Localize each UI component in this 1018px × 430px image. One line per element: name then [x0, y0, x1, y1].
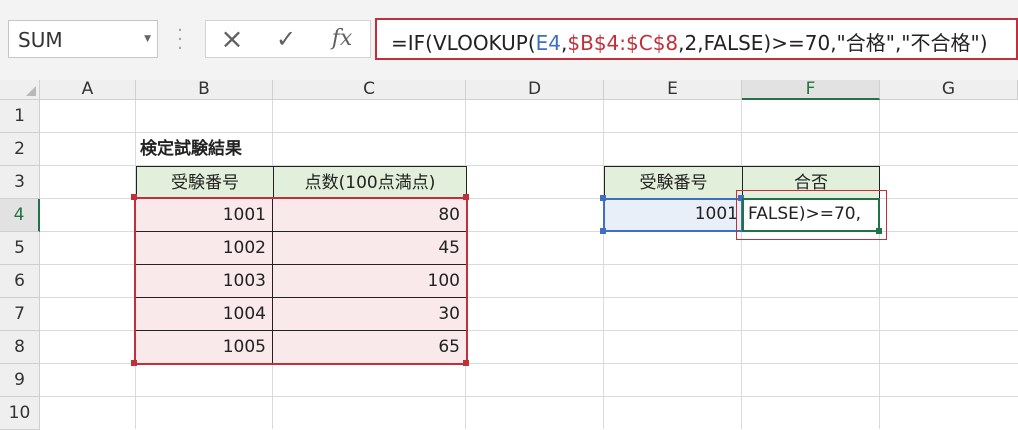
range-handle[interactable]	[131, 194, 137, 200]
row-header-7[interactable]: 7	[0, 298, 40, 331]
formula-prefix: =IF(VLOOKUP(	[391, 31, 536, 55]
worksheet-grid[interactable]: A B C D E F G 1 2 3 4 5 6 7 8 9 10 検定試験結…	[0, 80, 1018, 430]
name-box-value: SUM	[18, 28, 63, 52]
column-header-g[interactable]: G	[880, 80, 1018, 100]
sheet-title-cell[interactable]: 検定試験結果	[136, 133, 336, 166]
column-header-e[interactable]: E	[604, 80, 742, 100]
fill-handle[interactable]	[876, 228, 882, 234]
formula-ref-e4: E4	[535, 31, 562, 55]
column-header-c[interactable]: C	[273, 80, 466, 100]
name-box[interactable]: SUM ▼	[8, 20, 158, 58]
row-header-5[interactable]: 5	[0, 232, 40, 265]
row-header-6[interactable]: 6	[0, 265, 40, 298]
gridline	[40, 396, 1018, 397]
formula-input[interactable]: =IF(VLOOKUP(E4,$B$4:$C$8,2,FALSE)>=70,"合…	[375, 18, 1018, 60]
range-handle[interactable]	[463, 194, 469, 200]
lookup-header-id[interactable]: 受験番号	[604, 166, 743, 199]
formula-rest: ,2,FALSE)>=70,"合格","不合格")	[678, 31, 988, 55]
row-header-10[interactable]: 10	[0, 397, 40, 430]
formula-buttons: × ✓ fx	[205, 20, 371, 58]
insert-function-icon[interactable]: fx	[324, 25, 360, 53]
formula-text: =IF(VLOOKUP(E4,$B$4:$C$8,2,FALSE)>=70,"合…	[391, 27, 988, 56]
row-header-2[interactable]: 2	[0, 133, 40, 166]
column-header-f[interactable]: F	[742, 80, 880, 100]
row-header-4[interactable]: 4	[0, 199, 40, 232]
drag-handle-icon[interactable]: · · ·	[170, 22, 190, 58]
cancel-icon[interactable]: ×	[214, 25, 250, 53]
range-handle[interactable]	[463, 360, 469, 366]
select-all-icon	[26, 86, 36, 96]
row-header-9[interactable]: 9	[0, 364, 40, 397]
range-handle[interactable]	[600, 228, 606, 234]
header-cell-score[interactable]: 点数(100点満点)	[273, 166, 467, 199]
row-header-1[interactable]: 1	[0, 100, 40, 133]
row-header-8[interactable]: 8	[0, 331, 40, 364]
select-all-corner[interactable]	[0, 80, 40, 100]
enter-check-icon[interactable]: ✓	[268, 25, 304, 53]
lookup-id-cell[interactable]: 1001	[603, 198, 743, 232]
column-header-d[interactable]: D	[466, 80, 604, 100]
active-cell-editor[interactable]: FALSE)>=70,	[742, 198, 880, 232]
formula-ref-range: $B$4:$C$8	[567, 31, 679, 55]
column-header-b[interactable]: B	[136, 80, 273, 100]
row-header-3[interactable]: 3	[0, 166, 40, 199]
header-cell-id[interactable]: 受験番号	[136, 166, 274, 199]
reference-range-highlight	[134, 197, 468, 365]
formula-bar-area: SUM ▼ · · · × ✓ fx =IF(VLOOKUP(E4,$B$4:$C$…	[0, 0, 1018, 80]
column-header-a[interactable]: A	[40, 80, 136, 100]
chevron-down-icon[interactable]: ▼	[144, 34, 151, 44]
range-handle[interactable]	[600, 195, 606, 201]
range-handle[interactable]	[131, 360, 137, 366]
